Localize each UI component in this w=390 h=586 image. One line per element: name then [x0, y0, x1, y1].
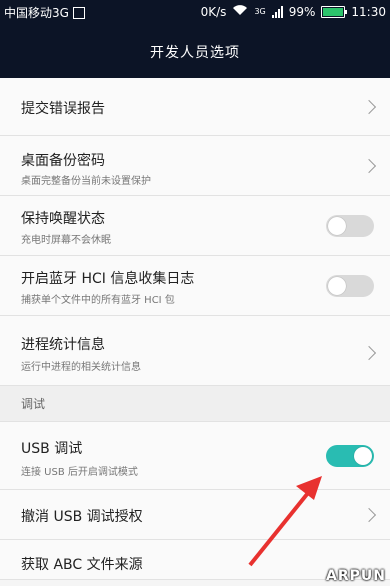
watermark-logo: ARPUN [326, 568, 386, 584]
annotation-arrow [248, 476, 322, 567]
